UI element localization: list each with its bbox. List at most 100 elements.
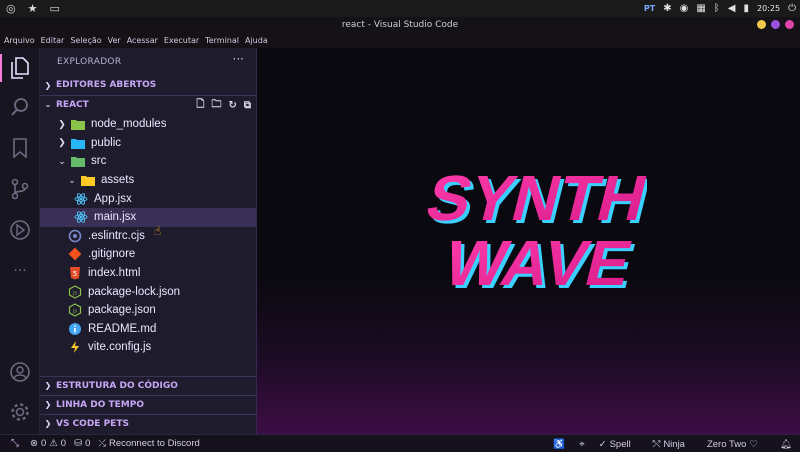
tree-item-package-json[interactable]: js package.json [40, 301, 256, 320]
system-tray: PT ✱ ◉ ▦ ᛒ ◀ ▮ 20:25 ⏻ [644, 0, 796, 17]
search-icon[interactable] [8, 95, 32, 119]
window-title-bar: react - Visual Studio Code [0, 17, 800, 33]
chevron-right-icon: ❯ [44, 80, 52, 90]
timeline-header[interactable]: ❯ LINHA DO TEMPO [40, 395, 257, 413]
tree-item-node-modules[interactable]: ❯ node_modules [40, 115, 256, 134]
battery-icon[interactable]: ▮ [744, 3, 750, 14]
maximize-button[interactable] [771, 20, 780, 29]
timeline-label: LINHA DO TEMPO [56, 399, 144, 410]
tree-item-label: index.html [88, 267, 141, 280]
account-icon[interactable] [8, 360, 32, 384]
tree-item-app-jsx[interactable]: App.jsx [40, 189, 256, 208]
nodejs-icon: js [68, 303, 82, 317]
tree-item-label: README.md [88, 322, 157, 335]
tree-item-eslintrc-cjs[interactable]: .eslintrc.cjs [40, 227, 256, 246]
menu-editar[interactable]: Editar [41, 36, 65, 45]
menu-bar: Arquivo Editar Seleção Ver Acessar Execu… [0, 33, 800, 48]
remote-icon[interactable]: ⤡ [0, 438, 30, 449]
menu-arquivo[interactable]: Arquivo [4, 36, 35, 45]
menu-ver[interactable]: Ver [108, 36, 121, 45]
tree-item-public[interactable]: ❯ public [40, 134, 256, 153]
hand-cursor-icon: ☝ [154, 224, 162, 238]
folder-node-icon [71, 117, 85, 131]
new-file-icon[interactable]: 🗋 [196, 97, 204, 114]
tree-item-index-html[interactable]: 5 index.html [40, 264, 256, 283]
explorer-icon[interactable] [8, 56, 32, 80]
logo-line-2: WAVE [437, 227, 639, 299]
notifications-icon[interactable]: 🔔︎ [780, 439, 792, 450]
problems-indicator[interactable]: ⊗ 0 ⚠ 0 [30, 438, 66, 449]
spell-status[interactable]: ✓ Spell [599, 439, 631, 450]
discord-status[interactable]: ⤯ Reconnect to Discord [98, 438, 199, 449]
star-icon[interactable]: ★ [28, 2, 38, 15]
accessibility-icon[interactable]: ♿ [553, 439, 565, 450]
ninja-status[interactable]: ⤲ Ninja [653, 439, 685, 450]
folder-icon[interactable]: ▭ [49, 2, 59, 15]
network-icon[interactable]: ▦ [696, 3, 705, 14]
svg-text:5: 5 [73, 270, 77, 278]
open-editors-label: EDITORES ABERTOS [56, 80, 157, 90]
ninja-icon: ⤲ [652, 438, 661, 450]
chevron-right-icon: ❯ [58, 118, 66, 129]
broadcast-icon[interactable]: ⌖ [579, 439, 584, 450]
tree-item-package-lock-json[interactable]: js package-lock.json [40, 282, 256, 301]
system-menu-icon[interactable]: ◎ [6, 2, 16, 15]
ninja-label: Ninja [663, 438, 685, 450]
check-icon: ✓ [598, 438, 607, 450]
outline-label: ESTRUTURA DO CÓDIGO [56, 380, 178, 391]
chevron-down-icon: ⌄ [68, 174, 76, 185]
new-folder-icon[interactable]: 🗀 [211, 97, 221, 114]
minimize-button[interactable] [757, 20, 766, 29]
explorer-actions: 🗋 🗀 ↻ ⧉ [196, 96, 251, 114]
source-control-icon[interactable] [8, 177, 32, 201]
theme-label: Zero Two [706, 438, 747, 450]
tree-item-src[interactable]: ⌄ src [40, 152, 256, 171]
menu-terminal[interactable]: Terminal [205, 36, 239, 45]
steam-icon[interactable]: ◉ [680, 3, 689, 14]
tree-item-label: assets [101, 174, 135, 187]
puzzle-icon[interactable]: ✱ [663, 3, 671, 14]
clock[interactable]: 20:25 [757, 4, 780, 13]
run-debug-icon[interactable] [8, 218, 32, 242]
close-button[interactable] [785, 20, 794, 29]
tree-item-gitignore[interactable]: .gitignore [40, 245, 256, 264]
menu-selecao[interactable]: Seleção [70, 36, 101, 45]
project-header[interactable]: ⌄ REACT 🗋 🗀 ↻ ⧉ [40, 95, 257, 113]
bookmark-icon[interactable] [8, 136, 32, 160]
volume-icon[interactable]: ◀ [728, 3, 736, 14]
tree-item-vite-config-js[interactable]: vite.config.js [40, 338, 256, 357]
chevron-down-icon: ⌄ [44, 100, 52, 109]
tree-item-readme-md[interactable]: README.md [40, 320, 256, 339]
editor-area[interactable]: SYNTH SYNTH WAVE WAVE [257, 48, 800, 434]
chevron-right-icon: ❯ [44, 381, 52, 390]
outline-header[interactable]: ❯ ESTRUTURA DO CÓDIGO [40, 376, 257, 394]
ports-indicator[interactable]: ⛁ 0 [74, 438, 90, 449]
power-icon[interactable]: ⏻ [788, 3, 796, 14]
tree-item-main-jsx[interactable]: main.jsx [40, 208, 256, 227]
refresh-icon[interactable]: ↻ [228, 100, 236, 111]
theme-status[interactable]: Zero Two ♡ [707, 439, 758, 450]
react-icon [74, 210, 88, 224]
active-indicator [0, 54, 2, 82]
settings-gear-icon[interactable] [8, 400, 32, 424]
bluetooth-icon[interactable]: ᛒ [714, 3, 720, 14]
menu-executar[interactable]: Executar [164, 36, 199, 45]
tree-item-label: package-lock.json [88, 285, 181, 298]
warning-icon: ⚠ [49, 438, 58, 449]
spell-label: Spell [609, 438, 631, 450]
collapse-all-icon[interactable]: ⧉ [244, 100, 251, 111]
menu-acessar[interactable]: Acessar [127, 36, 158, 45]
project-label: REACT [56, 99, 89, 110]
pets-header[interactable]: ❯ VS CODE PETS [40, 414, 257, 432]
more-icon[interactable]: ··· [8, 259, 32, 283]
open-editors-header[interactable]: ❯ EDITORES ABERTOS [40, 76, 257, 94]
keyboard-layout-indicator[interactable]: PT [644, 4, 655, 13]
tree-item-assets[interactable]: ⌄ assets [40, 171, 256, 190]
chevron-down-icon: ⌄ [58, 155, 66, 166]
chevron-right-icon: ❯ [58, 137, 66, 148]
tree-item-label: App.jsx [94, 192, 132, 205]
tree-item-label: main.jsx [94, 211, 137, 224]
folder-assets-icon [81, 173, 95, 187]
menu-ajuda[interactable]: Ajuda [245, 36, 268, 45]
more-actions-icon[interactable]: ··· [233, 52, 244, 66]
